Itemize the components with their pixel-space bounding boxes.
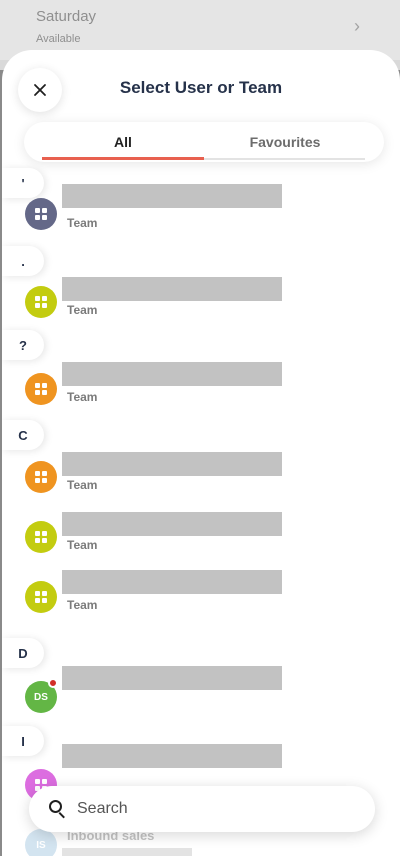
list-item-name-redacted[interactable] <box>62 362 282 386</box>
list-item-name-redacted[interactable] <box>62 570 282 594</box>
select-user-sheet: Select User or Team All Favourites ' Tea… <box>2 50 400 856</box>
section-header-question: ? <box>2 330 44 360</box>
list-item-type: Team <box>67 303 98 317</box>
team-grid-icon <box>35 208 47 220</box>
tab-favourites[interactable]: Favourites <box>204 122 366 162</box>
search-input[interactable] <box>77 800 337 818</box>
list-item-name-redacted[interactable] <box>62 744 282 768</box>
team-grid-icon <box>35 296 47 308</box>
list-item-type: Team <box>67 390 98 404</box>
team-grid-icon <box>35 591 47 603</box>
page-title: Select User or Team <box>119 78 283 97</box>
list-item-type: Team <box>67 478 98 492</box>
section-header-c: C <box>2 420 44 450</box>
team-avatar[interactable] <box>25 286 57 318</box>
list-item-type: Team <box>67 538 98 552</box>
background-row-title: Saturday <box>36 8 97 25</box>
team-avatar[interactable] <box>25 581 57 613</box>
avatar-initials: DS <box>34 691 48 703</box>
team-avatar[interactable] <box>25 461 57 493</box>
team-avatar[interactable] <box>25 521 57 553</box>
list-item-name-redacted[interactable] <box>62 452 282 476</box>
list-item-name-redacted[interactable] <box>62 848 192 856</box>
team-grid-icon <box>35 471 47 483</box>
team-avatar[interactable] <box>25 373 57 405</box>
user-avatar[interactable]: IS <box>25 829 57 856</box>
background-row-subtitle: Available <box>36 33 81 45</box>
tab-favourites-indicator <box>204 158 365 160</box>
list-item-type: Team <box>67 598 98 612</box>
tab-all[interactable]: All <box>42 122 204 162</box>
list-item-name-redacted[interactable] <box>62 512 282 536</box>
list-item-name-redacted[interactable] <box>62 184 282 208</box>
team-grid-icon <box>35 531 47 543</box>
tab-all-indicator <box>42 157 204 160</box>
presence-status-indicator <box>48 678 58 688</box>
avatar-initials: IS <box>36 839 46 851</box>
section-header-dot: . <box>2 246 44 276</box>
team-avatar[interactable] <box>25 198 57 230</box>
section-header-apostrophe: ' <box>2 168 44 198</box>
section-header-d: D <box>2 638 44 668</box>
team-grid-icon <box>35 383 47 395</box>
section-header-i: I <box>2 726 44 756</box>
list-item-type: Team <box>67 216 98 230</box>
tab-bar: All Favourites <box>24 122 384 162</box>
list-item-name-redacted[interactable] <box>62 277 282 301</box>
chevron-right-icon: › <box>354 16 360 36</box>
search-icon <box>49 800 67 819</box>
list-item-name-redacted[interactable] <box>62 666 282 690</box>
search-bar[interactable] <box>29 786 375 832</box>
sheet-header: Select User or Team <box>2 50 400 128</box>
